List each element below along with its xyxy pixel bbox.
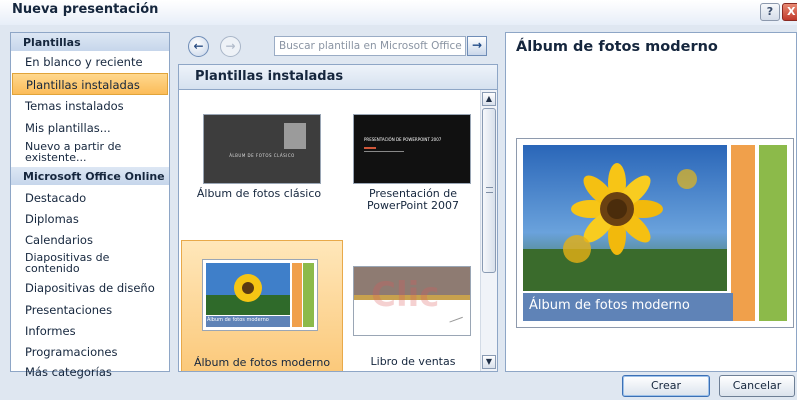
thumb-title-album-clasico: ÁLBUM DE FOTOS CLÁSICO bbox=[229, 153, 295, 158]
title-bar: Nueva presentación ? X bbox=[0, 0, 797, 25]
template-gallery-panel: ← → Buscar plantilla en Microsoft Office… bbox=[178, 32, 498, 372]
thumbnail-libro-ventas bbox=[353, 266, 471, 336]
dialog-title: Nueva presentación bbox=[12, 2, 159, 17]
gallery-scrollbar[interactable]: ▲ ▼ bbox=[480, 90, 497, 371]
category-calendarios[interactable]: Calendarios bbox=[11, 227, 169, 248]
section-header-plantillas: Plantillas bbox=[11, 33, 169, 51]
scroll-thumb[interactable] bbox=[482, 108, 496, 273]
close-button[interactable]: X bbox=[782, 3, 797, 21]
create-button[interactable]: Crear bbox=[622, 375, 710, 397]
template-label-libro-ventas: Libro de ventas bbox=[370, 355, 456, 368]
thumbnail-album-moderno: Álbum de fotos moderno bbox=[202, 259, 318, 331]
forward-arrow-icon[interactable]: → bbox=[220, 36, 241, 57]
category-mis-plantillas[interactable]: Mis plantillas... bbox=[11, 117, 169, 139]
thumb-subtitle-line bbox=[364, 151, 404, 152]
thumb-accent-line bbox=[364, 147, 376, 149]
category-programaciones[interactable]: Programaciones bbox=[11, 339, 169, 360]
navigation-bar: ← → Buscar plantilla en Microsoft Office… bbox=[178, 32, 498, 60]
preview-caption: Álbum de fotos moderno bbox=[523, 293, 733, 321]
preview-panel: Álbum de fotos moderno Álbum de fotos mo… bbox=[505, 32, 797, 372]
search-go-button[interactable]: → bbox=[467, 36, 487, 56]
category-panel: Plantillas En blanco y reciente Plantill… bbox=[10, 32, 170, 379]
gallery-title: Plantillas instaladas bbox=[178, 64, 498, 90]
category-diplomas[interactable]: Diplomas bbox=[11, 206, 169, 227]
thumb-gold-band bbox=[354, 295, 470, 300]
back-arrow-icon[interactable]: ← bbox=[188, 36, 209, 57]
category-diapositivas-contenido[interactable]: Diapositivas de contenido bbox=[11, 248, 169, 276]
category-plantillas-instaladas[interactable]: Plantillas instaladas bbox=[12, 73, 168, 95]
thumb-caption-album-moderno: Álbum de fotos moderno bbox=[207, 317, 269, 323]
template-label-album-moderno: Álbum de fotos moderno bbox=[193, 356, 331, 369]
thumbnail-powerpoint-2007: PRESENTACIÓN DE POWERPOINT 2007 bbox=[353, 114, 471, 184]
category-informes[interactable]: Informes bbox=[11, 318, 169, 339]
template-label-album-clasico: Álbum de fotos clásico bbox=[196, 187, 322, 200]
section-header-office-online: Microsoft Office Online bbox=[11, 167, 169, 185]
scroll-down-arrow-icon[interactable]: ▼ bbox=[482, 355, 496, 369]
category-diapositivas-diseno[interactable]: Diapositivas de diseño bbox=[11, 276, 169, 297]
template-label-powerpoint-2007: Presentación de PowerPoint 2007 bbox=[366, 187, 460, 212]
template-tile-powerpoint-2007[interactable]: PRESENTACIÓN DE POWERPOINT 2007 Presenta… bbox=[339, 102, 487, 212]
template-gallery: ÁLBUM DE FOTOS CLÁSICO Álbum de fotos cl… bbox=[178, 90, 498, 372]
thumb-header-band bbox=[354, 267, 470, 295]
template-search-input[interactable]: Buscar plantilla en Microsoft Office Onl… bbox=[274, 36, 466, 56]
category-presentaciones[interactable]: Presentaciones bbox=[11, 297, 169, 318]
category-nuevo-existente[interactable]: Nuevo a partir de existente... bbox=[11, 139, 169, 167]
category-mas-categorias[interactable]: Más categorías bbox=[11, 360, 169, 381]
category-temas-instalados[interactable]: Temas instalados bbox=[11, 95, 169, 117]
help-button[interactable]: ? bbox=[760, 3, 780, 21]
cancel-button[interactable]: Cancelar bbox=[719, 375, 795, 397]
category-destacado[interactable]: Destacado bbox=[11, 185, 169, 206]
template-tile-libro-ventas[interactable]: Libro de ventas bbox=[339, 240, 487, 371]
template-tile-album-clasico[interactable]: ÁLBUM DE FOTOS CLÁSICO Álbum de fotos cl… bbox=[185, 102, 333, 212]
thumbnail-album-clasico: ÁLBUM DE FOTOS CLÁSICO bbox=[203, 114, 321, 184]
preview-image: Álbum de fotos moderno bbox=[516, 138, 794, 328]
thumb-title-powerpoint: PRESENTACIÓN DE POWERPOINT 2007 bbox=[364, 137, 442, 142]
scroll-up-arrow-icon[interactable]: ▲ bbox=[482, 92, 496, 106]
template-tile-album-moderno[interactable]: Álbum de fotos moderno Álbum de fotos mo… bbox=[181, 240, 343, 371]
scroll-grip-icon bbox=[486, 187, 493, 193]
category-en-blanco[interactable]: En blanco y reciente bbox=[11, 51, 169, 73]
photo-placeholder bbox=[284, 123, 306, 149]
preview-title: Álbum de fotos moderno bbox=[516, 39, 718, 55]
thumb-pen-icon bbox=[449, 316, 465, 328]
